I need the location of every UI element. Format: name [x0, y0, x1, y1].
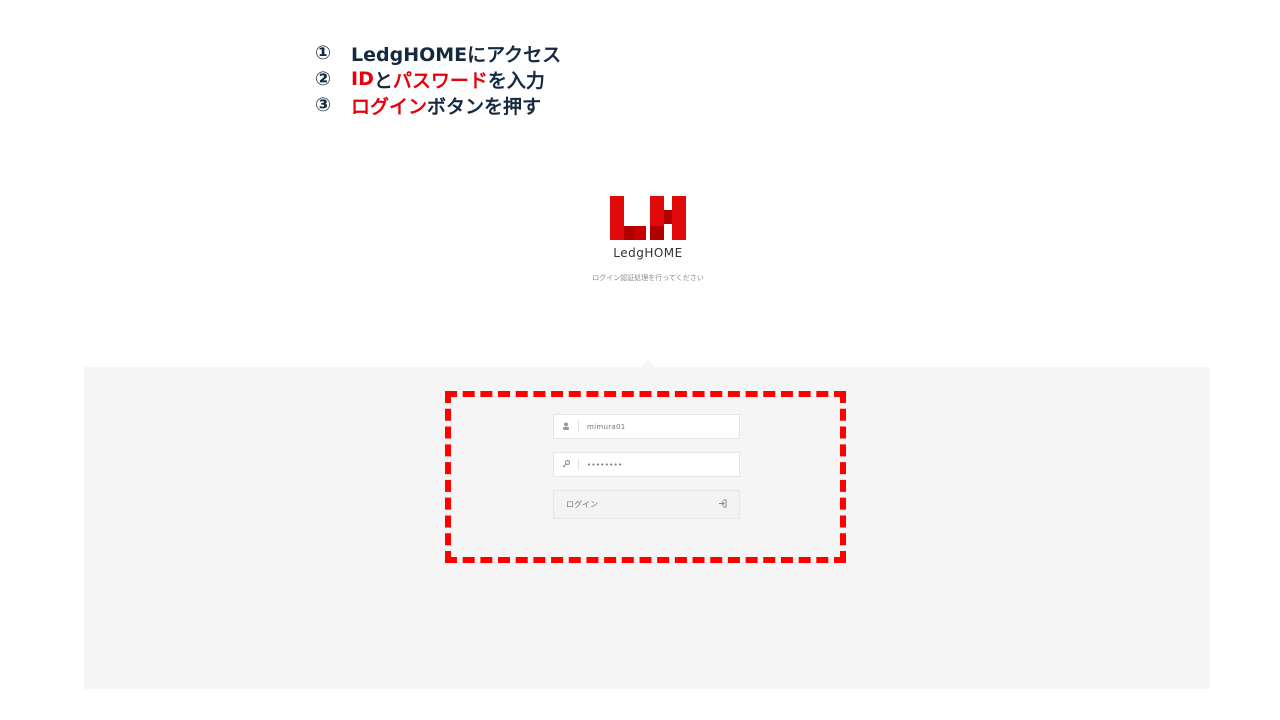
login-subtitle: ログイン認証処理を行ってください: [592, 274, 704, 282]
panel-notch: [640, 360, 656, 368]
step-text-highlight: ログイン: [351, 95, 428, 118]
step-number: ③: [315, 94, 332, 116]
step-number: ②: [315, 68, 332, 90]
instruction-step-2: ② ID と パスワード を入力: [315, 66, 715, 92]
brand-name: LedgHOME: [613, 246, 683, 260]
step-text-highlight: ID: [351, 68, 374, 90]
step-number: ①: [315, 42, 332, 64]
highlight-annotation-box: [445, 391, 846, 563]
instruction-steps: ① LedgHOMEにアクセス ② ID と パスワード を入力 ③ ログイン …: [315, 40, 715, 118]
instruction-step-3: ③ ログイン ボタンを押す: [315, 92, 715, 118]
step-text: と: [373, 69, 393, 92]
step-text: LedgHOMEにアクセス: [351, 43, 562, 66]
step-text-highlight: パスワード: [392, 69, 488, 92]
instruction-step-1: ① LedgHOMEにアクセス: [315, 40, 715, 66]
step-text: ボタンを押す: [427, 95, 542, 118]
step-text: を入力: [487, 69, 545, 92]
ledghome-logo: [610, 196, 686, 240]
